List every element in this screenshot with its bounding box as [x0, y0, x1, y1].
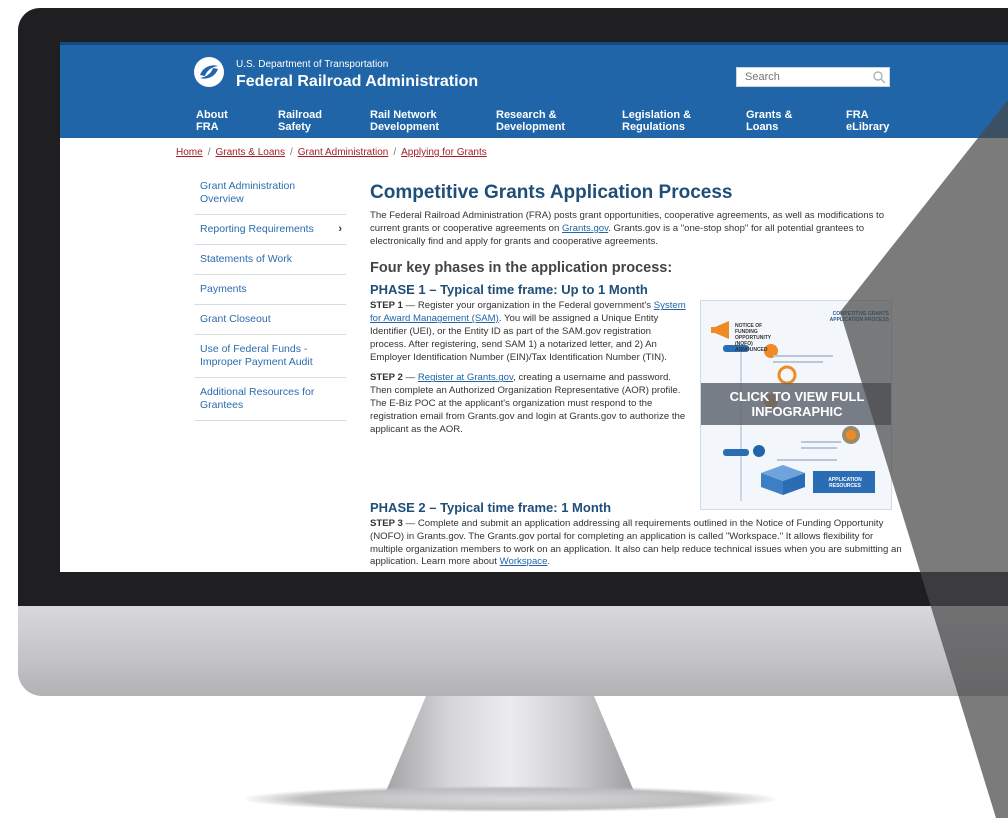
view-infographic-overlay[interactable]: CLICK TO VIEW FULL INFOGRAPHIC	[701, 383, 891, 425]
breadcrumb-grant-administration[interactable]: Grant Administration	[298, 147, 389, 158]
dot-logo-icon[interactable]	[194, 57, 224, 87]
monitor-chin	[18, 606, 1008, 696]
infographic-thumbnail[interactable]: COMPETITIVE GRANTS APPLICATION PROCESS N…	[700, 300, 892, 510]
sidebar-item-grant-closeout[interactable]: Grant Closeout	[194, 305, 346, 335]
step2-paragraph: STEP 2 — Register at Grants.gov, creatin…	[370, 372, 686, 435]
breadcrumb-home[interactable]: Home	[176, 147, 203, 158]
monitor-screen: U.S. Department of Transportation Federa…	[60, 42, 1008, 572]
agency-name[interactable]: Federal Railroad Administration	[236, 73, 478, 91]
sidebar-item-statements-of-work[interactable]: Statements of Work	[194, 245, 346, 275]
step1-paragraph: STEP 1 — Register your organization in t…	[370, 300, 686, 363]
register-grants-gov-link[interactable]: Register at Grants.gov	[418, 372, 513, 383]
nav-fra-elibrary[interactable]: FRA eLibrary	[846, 109, 889, 133]
monitor-stand	[384, 696, 636, 796]
sidebar-item-use-of-federal-funds[interactable]: Use of Federal Funds - Improper Payment …	[194, 335, 346, 378]
nav-legislation-regulations[interactable]: Legislation & Regulations	[622, 109, 691, 133]
step3-paragraph: STEP 3 — Complete and submit an applicat…	[370, 518, 902, 568]
phases-heading: Four key phases in the application proce…	[370, 260, 673, 277]
breadcrumb-separator: /	[289, 147, 293, 158]
site-header: U.S. Department of Transportation Federa…	[60, 42, 1008, 138]
monitor-stand-base	[245, 786, 775, 812]
nav-grants-loans[interactable]: Grants & Loans	[746, 109, 792, 133]
breadcrumb-grants-loans[interactable]: Grants & Loans	[215, 147, 284, 158]
sidebar-item-reporting-requirements[interactable]: Reporting Requirements ›	[194, 215, 346, 245]
nav-research-development[interactable]: Research & Development	[496, 109, 565, 133]
infographic-resources-label: APPLICATION RESOURCES	[828, 477, 862, 489]
grants-gov-link[interactable]: Grants.gov	[562, 223, 608, 234]
intro-paragraph: The Federal Railroad Administration (FRA…	[370, 210, 885, 247]
phase2-section: PHASE 2 – Typical time frame: 1 Month ST…	[370, 500, 908, 572]
department-name: U.S. Department of Transportation	[236, 59, 389, 70]
nav-about-fra[interactable]: About FRA	[196, 109, 228, 133]
sidebar-nav: Grant Administration Overview Reporting …	[194, 172, 346, 421]
page-title: Competitive Grants Application Process	[370, 182, 733, 203]
phase1-title: PHASE 1 – Typical time frame: Up to 1 Mo…	[370, 282, 648, 298]
breadcrumb: Home / Grants & Loans / Grant Administration…	[176, 147, 487, 158]
breadcrumb-separator: /	[393, 147, 397, 158]
sidebar-item-additional-resources[interactable]: Additional Resources for Grantees	[194, 378, 346, 421]
infographic-nofo-label: NOTICE OF FUNDING OPPORTUNITY (NOFO) ANN…	[735, 323, 772, 353]
breadcrumb-applying-for-grants[interactable]: Applying for Grants	[401, 147, 487, 158]
workspace-link[interactable]: Workspace	[500, 556, 548, 567]
nav-railroad-safety[interactable]: Railroad Safety	[278, 109, 322, 133]
sidebar-item-grant-administration-overview[interactable]: Grant Administration Overview	[194, 172, 346, 215]
chevron-right-icon: ›	[338, 223, 342, 235]
infographic-title: COMPETITIVE GRANTS APPLICATION PROCESS	[829, 311, 889, 323]
sidebar-item-label: Reporting Requirements	[200, 223, 314, 235]
search-input[interactable]	[736, 67, 890, 87]
breadcrumb-separator: /	[207, 147, 211, 158]
search-icon[interactable]	[872, 70, 886, 84]
sidebar-item-payments[interactable]: Payments	[194, 275, 346, 305]
nav-rail-network-development[interactable]: Rail Network Development	[370, 109, 439, 133]
